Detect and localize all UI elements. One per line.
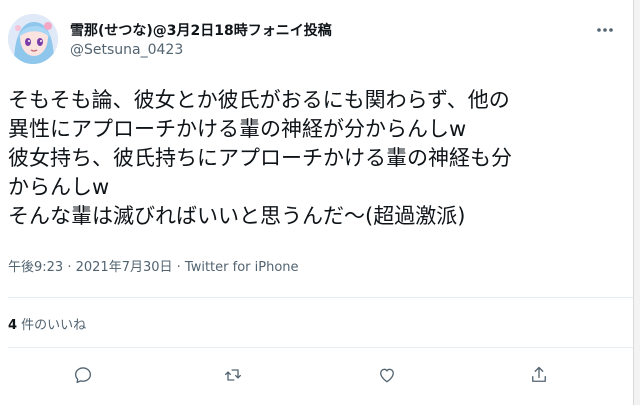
tweet-line: そもそも論、彼女とか彼氏がおるにも関わらず、他の (8, 88, 510, 112)
heart-icon (380, 368, 394, 383)
tweet-source[interactable]: Twitter for iPhone (185, 260, 299, 275)
share-icon (532, 366, 546, 382)
author-avatar[interactable] (8, 14, 58, 64)
tweet-time[interactable]: 午後9:23 (8, 260, 63, 275)
avatar-anime-girl-icon (8, 14, 58, 64)
tweet-line: からんしw (8, 175, 110, 199)
retweet-button[interactable] (218, 360, 248, 390)
tweet-meta: 午後9:23 · 2021年7月30日 · Twitter for iPhone (8, 256, 299, 275)
divider (8, 297, 633, 298)
reply-button[interactable] (68, 360, 98, 390)
tweet-line: そんな輩は滅びればいいと思うんだ～(超過激派) (8, 204, 466, 228)
likes-number: 4 (8, 318, 18, 333)
author-name[interactable]: 雪那(せつな)@3月2日18時フォニイ投稿 (70, 20, 332, 40)
tweet-line: 彼女持ち、彼氏持ちにアプローチかける輩の神経も分 (8, 146, 512, 170)
tweet-line: 異性にアプローチかける輩の神経が分からんしw (8, 117, 467, 141)
like-button[interactable] (372, 360, 402, 390)
share-button[interactable] (524, 360, 554, 390)
more-button[interactable] (590, 18, 620, 42)
tweet-card: 雪那(せつな)@3月2日18時フォニイ投稿 @Setsuna_0423 そもそも… (0, 0, 633, 405)
retweet-icon (225, 369, 241, 381)
more-icon (597, 28, 613, 32)
divider (8, 347, 633, 348)
tweet-text: そもそも論、彼女とか彼氏がおるにも関わらず、他の 異性にアプローチかける輩の神経… (8, 86, 628, 231)
meta-separator: · (63, 260, 76, 275)
likes-label: 件のいいね (17, 318, 87, 333)
tweet-date[interactable]: 2021年7月30日 (76, 260, 173, 275)
comment-icon (75, 367, 92, 383)
window-edge (633, 0, 640, 405)
likes-count[interactable]: 4 件のいいね (8, 314, 86, 333)
meta-separator: · (172, 260, 185, 275)
author-handle[interactable]: @Setsuna_0423 (70, 42, 183, 58)
